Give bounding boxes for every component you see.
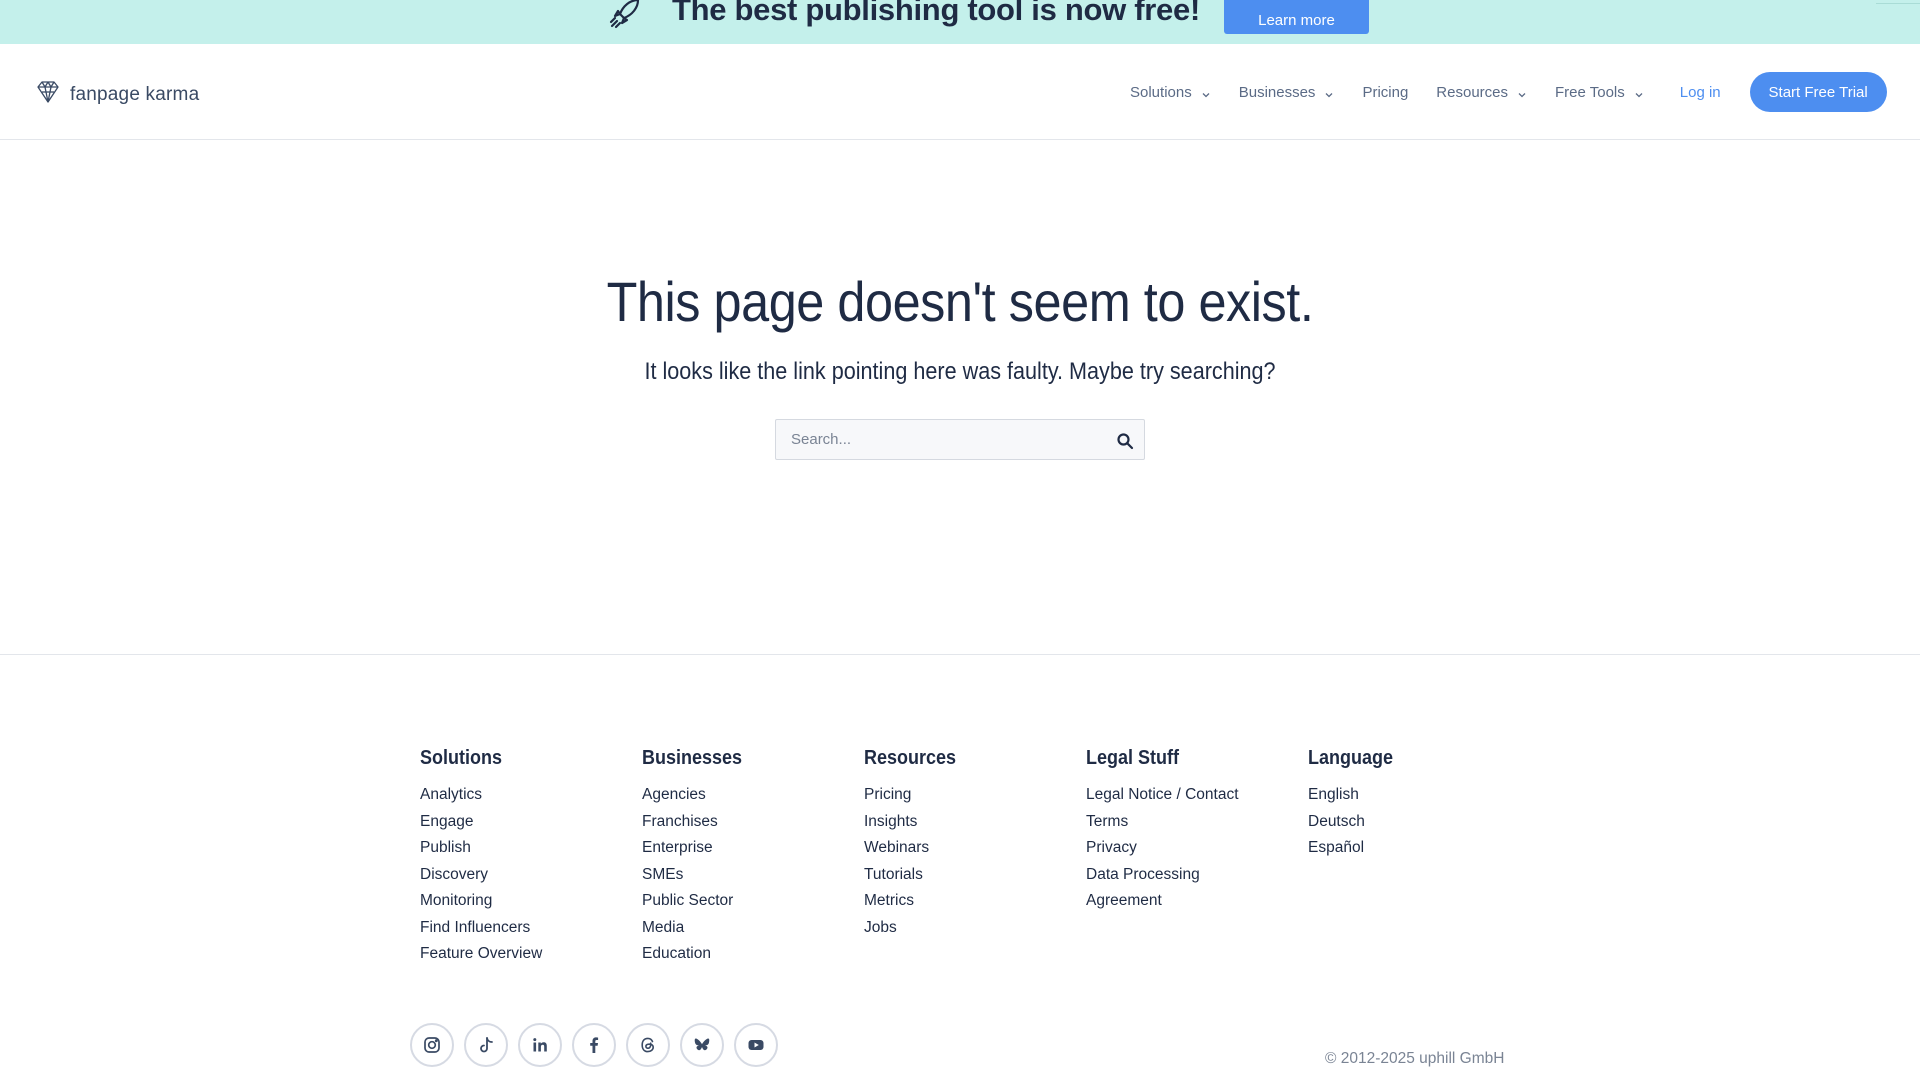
- banner-close-area[interactable]: [1876, 0, 1920, 4]
- footer-link[interactable]: Legal Notice / Contact: [1086, 782, 1239, 809]
- footer-column-solutions: Solutions Analytics Engage Publish Disco…: [420, 747, 542, 968]
- nav-businesses[interactable]: Businesses: [1239, 84, 1335, 101]
- page-title: This page doesn't seem to exist.: [606, 270, 1314, 333]
- nav-label: Free Tools: [1555, 83, 1625, 101]
- footer-link[interactable]: English: [1308, 782, 1402, 809]
- chevron-down-icon: [1324, 87, 1334, 98]
- rocket-icon: [608, 0, 644, 30]
- search-icon[interactable]: [1116, 432, 1134, 450]
- footer-link[interactable]: Data Processing: [1086, 862, 1239, 889]
- banner-text: The best publishing tool is now free!: [672, 0, 1200, 27]
- logo-diamond-icon: [34, 78, 62, 111]
- footer-column-title: Resources: [864, 747, 957, 769]
- footer-link[interactable]: Privacy: [1086, 835, 1239, 862]
- footer-link[interactable]: Education: [642, 941, 753, 968]
- footer-link[interactable]: Discovery: [420, 862, 542, 889]
- footer-link[interactable]: Agreement: [1086, 888, 1239, 915]
- footer-column-title: Language: [1308, 747, 1394, 769]
- footer-column-title: Businesses: [642, 747, 743, 769]
- footer-link[interactable]: Publish: [420, 835, 542, 862]
- footer-link[interactable]: Media: [642, 915, 753, 942]
- promo-banner: The best publishing tool is now free! Le…: [0, 0, 1920, 44]
- footer-link[interactable]: SMEs: [642, 862, 753, 889]
- instagram-icon[interactable]: [410, 1023, 454, 1067]
- footer-link[interactable]: Español: [1308, 835, 1402, 862]
- footer-link[interactable]: Public Sector: [642, 888, 753, 915]
- learn-more-button[interactable]: Learn more: [1223, 0, 1369, 34]
- footer-column-resources: Resources Pricing Insights Webinars Tuto…: [864, 747, 966, 941]
- youtube-icon[interactable]: [734, 1023, 778, 1067]
- nav-resources[interactable]: Resources: [1436, 84, 1527, 101]
- chevron-down-icon: [1201, 87, 1211, 98]
- chevron-down-icon: [1634, 87, 1644, 98]
- nav-label: Resources: [1436, 83, 1508, 101]
- social-links: [410, 1023, 788, 1067]
- footer-link[interactable]: Pricing: [864, 782, 966, 809]
- footer-link[interactable]: Franchises: [642, 809, 753, 836]
- site-logo[interactable]: fanpage karma: [34, 78, 199, 111]
- not-found-section: This page doesn't seem to exist. It look…: [0, 140, 1920, 655]
- footer-link[interactable]: Analytics: [420, 782, 542, 809]
- nav-label: Businesses: [1238, 83, 1316, 101]
- footer-link[interactable]: Tutorials: [864, 862, 966, 889]
- footer-column-businesses: Businesses Agencies Franchises Enterpris…: [642, 747, 753, 968]
- copyright-text: © 2012-2025 uphill GmbH: [1325, 1050, 1505, 1067]
- footer-column-legal: Legal Stuff Legal Notice / Contact Terms…: [1086, 747, 1239, 915]
- footer-link[interactable]: Engage: [420, 809, 542, 836]
- footer-link[interactable]: Insights: [864, 809, 966, 836]
- search-input[interactable]: [776, 420, 1106, 459]
- footer-link[interactable]: Terms: [1086, 809, 1239, 836]
- nav-pricing[interactable]: Pricing: [1362, 84, 1408, 101]
- site-header: fanpage karma Solutions Businesses Prici…: [0, 44, 1920, 140]
- site-footer: Solutions Analytics Engage Publish Disco…: [0, 655, 1920, 1080]
- footer-column-title: Legal Stuff: [1086, 747, 1180, 769]
- nav-solutions[interactable]: Solutions: [1130, 84, 1211, 101]
- nav-free-tools[interactable]: Free Tools: [1555, 84, 1644, 101]
- logo-text: fanpage karma: [70, 83, 200, 105]
- chevron-down-icon: [1517, 87, 1527, 98]
- footer-link[interactable]: Find Influencers: [420, 915, 542, 942]
- footer-link[interactable]: Feature Overview: [420, 941, 542, 968]
- footer-column-language: Language English Deutsch Español: [1308, 747, 1402, 862]
- nav-label: Solutions: [1130, 83, 1192, 101]
- page-subtitle: It looks like the link pointing here was…: [644, 358, 1276, 385]
- search-form: [775, 419, 1145, 460]
- linkedin-icon[interactable]: [518, 1023, 562, 1067]
- start-free-trial-button[interactable]: Start Free Trial: [1749, 72, 1887, 112]
- footer-link[interactable]: Jobs: [864, 915, 966, 942]
- footer-link[interactable]: Enterprise: [642, 835, 753, 862]
- footer-column-title: Solutions: [420, 747, 502, 769]
- footer-link[interactable]: Agencies: [642, 782, 753, 809]
- footer-link[interactable]: Monitoring: [420, 888, 542, 915]
- footer-link[interactable]: Deutsch: [1308, 809, 1402, 836]
- main-nav: Solutions Businesses Pricing Resources F…: [1130, 44, 1887, 140]
- footer-link[interactable]: Metrics: [864, 888, 966, 915]
- login-link[interactable]: Log in: [1680, 84, 1721, 101]
- facebook-icon[interactable]: [572, 1023, 616, 1067]
- threads-icon[interactable]: [626, 1023, 670, 1067]
- tiktok-icon[interactable]: [464, 1023, 508, 1067]
- nav-label: Pricing: [1362, 83, 1409, 101]
- footer-link[interactable]: Webinars: [864, 835, 966, 862]
- bluesky-icon[interactable]: [680, 1023, 724, 1067]
